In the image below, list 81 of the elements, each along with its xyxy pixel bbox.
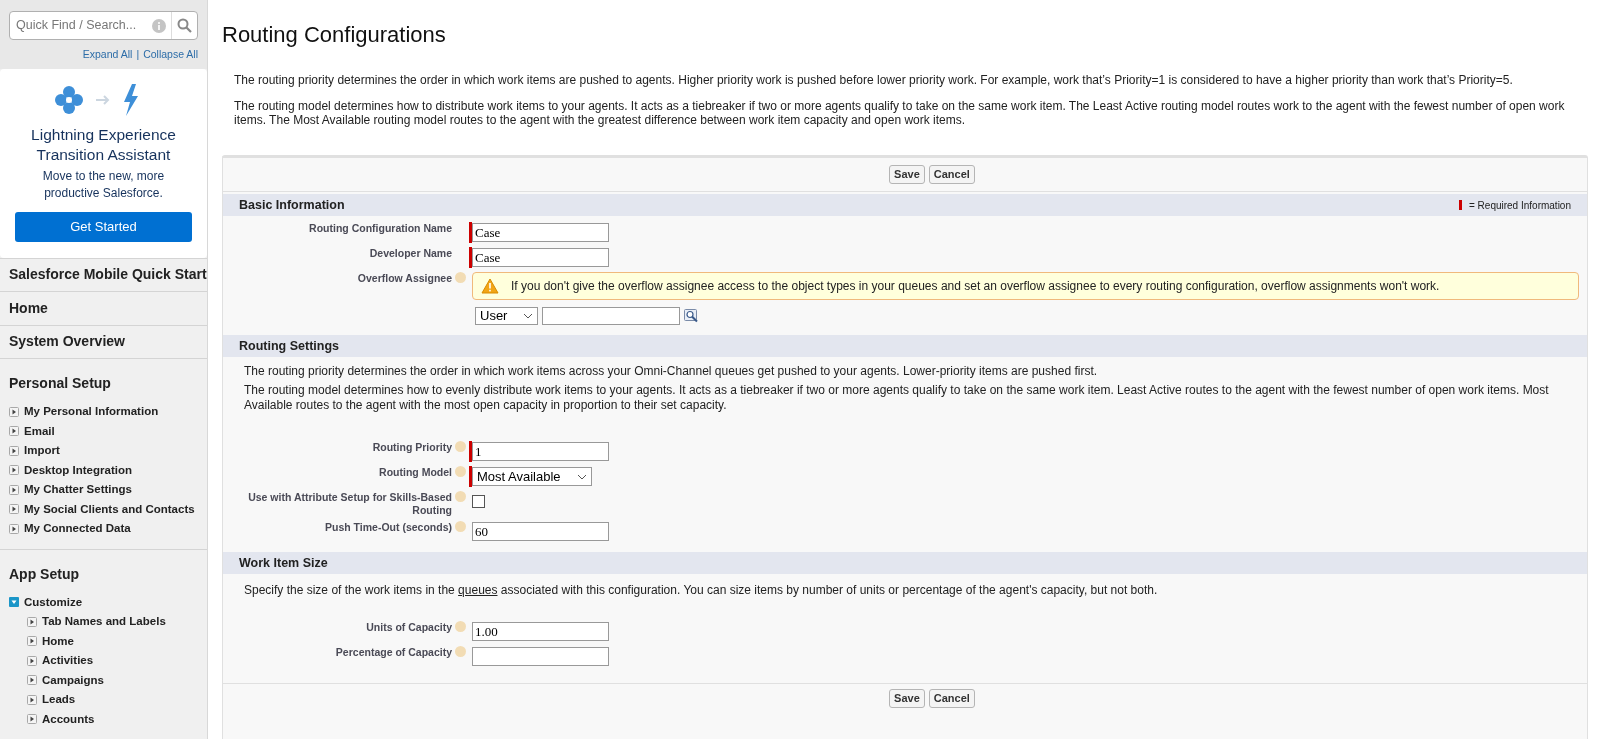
section-description: Specify the size of the work items in the queues associated with this configuration. You can size items by number of units or percentage of the agent's capacity, but not both. <box>244 582 1159 599</box>
search-icon[interactable] <box>177 18 192 33</box>
expand-icon[interactable] <box>27 694 37 705</box>
expand-icon[interactable] <box>9 445 19 456</box>
setup-menu-item[interactable]: Leads <box>42 691 76 709</box>
text-field[interactable]: Case <box>472 223 609 242</box>
expand-icon[interactable] <box>27 714 37 725</box>
field-label: Use with Attribute Setup for Skills-Based Routing <box>247 491 452 517</box>
expand-icon[interactable] <box>9 426 19 437</box>
setup-menu-item[interactable]: My Chatter Settings <box>24 481 132 499</box>
checkbox[interactable] <box>472 495 485 508</box>
field-label: Developer Name <box>369 247 452 260</box>
setup-menu-item[interactable]: My Social Clients and Contacts <box>24 500 195 518</box>
field-label: Routing Configuration Name <box>309 222 452 235</box>
expand-icon[interactable] <box>27 636 37 647</box>
intro-paragraph: The routing model determines how to distribute work items to your agents. It acts as a tiebreaker if two or more agents qualify to take on the same work item. The Least Active routing model routes work to the agent with the fewest number of open work items. The Most Available routing model routes to the agent with the greatest difference between work item capacity and open work items. <box>234 99 1566 127</box>
expand-icon[interactable] <box>27 655 37 666</box>
field-label: Push Time-Out (seconds) <box>325 521 452 534</box>
sidebar-link[interactable]: Home <box>9 297 48 319</box>
section-description: The routing priority determines the order in which work items across your Omni-Channel queues get pushed to your agents. Lower-priority items are pushed first. <box>244 364 1099 379</box>
field-label: Routing Model <box>379 466 452 479</box>
setup-menu-item[interactable]: Home <box>42 632 74 650</box>
link-separator: | <box>136 47 140 62</box>
search-box[interactable]: Quick Find / Search... <box>9 11 198 40</box>
collapse-all-link[interactable]: Collapse All <box>143 47 198 63</box>
expand-icon[interactable] <box>9 504 19 515</box>
setup-menu-item[interactable]: Campaigns <box>42 671 104 689</box>
required-marker <box>1459 200 1462 210</box>
text-field[interactable] <box>472 647 609 666</box>
text-field[interactable]: 1 <box>472 442 609 461</box>
sidebar-group-title: Personal Setup <box>8 374 112 393</box>
search-field[interactable]: Quick Find / Search... <box>10 16 152 35</box>
expand-icon[interactable] <box>9 484 19 495</box>
form-button[interactable]: Save <box>889 689 925 708</box>
section-description: The routing model determines how to evenly distribute work items to your agents. It acts as a tiebreaker if two or more agents qualify to take on the same work item. Least Active routes to the agent with the fewest number of open work items. Most Available routes to the agent with the most open capacity in proportion to their set capacity. <box>244 383 1550 413</box>
required-legend: = Required Information <box>1469 197 1571 213</box>
section-header: Work Item Size <box>223 552 1587 574</box>
setup-menu-item[interactable]: My Connected Data <box>24 520 131 538</box>
warning-icon <box>481 278 499 294</box>
expand-icon[interactable] <box>9 523 19 534</box>
warning-text: If you don't give the overflow assignee access to the object types in your queues and set an overflow assignee to every routing configuration, overflow assignments won't work. <box>511 278 1440 295</box>
setup-menu-item[interactable]: Tab Names and Labels <box>42 613 166 631</box>
queues-link[interactable]: queues <box>458 583 498 597</box>
field-label: Overflow Assignee <box>357 272 452 285</box>
sidebar-link[interactable]: Salesforce Mobile Quick Start <box>9 264 207 286</box>
info-icon <box>152 18 166 33</box>
lookup-field[interactable] <box>542 307 680 325</box>
section-header: Routing Settings <box>223 335 1587 357</box>
field-label: Units of Capacity <box>366 621 452 634</box>
expand-icon[interactable] <box>9 465 19 476</box>
text-field[interactable]: 1.00 <box>472 622 609 641</box>
page-title: Routing Configurations <box>222 21 447 49</box>
field-label: Percentage of Capacity <box>335 646 452 659</box>
form-button[interactable]: Save <box>889 165 925 184</box>
setup-menu-item[interactable]: Accounts <box>42 710 95 728</box>
text-field[interactable]: 60 <box>472 522 609 541</box>
select-field[interactable]: Most Available <box>472 467 592 486</box>
form-button[interactable]: Cancel <box>928 165 975 184</box>
expand-icon[interactable] <box>27 616 37 627</box>
section-header: Basic Information = Required Information <box>223 194 1587 216</box>
get-started-button[interactable]: Get Started <box>15 211 192 242</box>
form-button[interactable]: Cancel <box>928 689 975 708</box>
setup-menu-item[interactable]: Email <box>24 422 55 440</box>
expand-icon[interactable] <box>9 406 19 417</box>
setup-menu-item[interactable]: Activities <box>42 652 94 670</box>
promo-text: Move to the new, more productive Salesforce. <box>41 167 166 202</box>
setup-menu-item[interactable]: Import <box>24 442 60 460</box>
field-label: Routing Priority <box>372 441 452 454</box>
setup-menu-item[interactable]: My Personal Information <box>24 403 159 421</box>
setup-menu-item[interactable]: Customize <box>24 593 83 611</box>
sidebar-group-title: App Setup <box>8 564 80 584</box>
type-select[interactable]: User <box>475 307 538 325</box>
promo-title: Lightning Experience Transition Assistant <box>30 124 177 165</box>
collapse-icon[interactable] <box>9 597 19 608</box>
sidebar-link[interactable]: System Overview <box>9 331 125 353</box>
setup-menu-item[interactable]: Desktop Integration <box>24 461 132 479</box>
text-field[interactable]: Case <box>472 248 609 267</box>
intro-paragraph: The routing priority determines the order in which work items are pushed to agents. Higher priority work is pushed before lower priority work. For example, work that’s Priority=1 is considered to have a higher priority than work that’s Priority=5. <box>234 73 1514 87</box>
lookup-icon[interactable] <box>684 308 700 324</box>
expand-icon[interactable] <box>27 675 37 686</box>
expand-all-link[interactable]: Expand All <box>82 47 133 63</box>
